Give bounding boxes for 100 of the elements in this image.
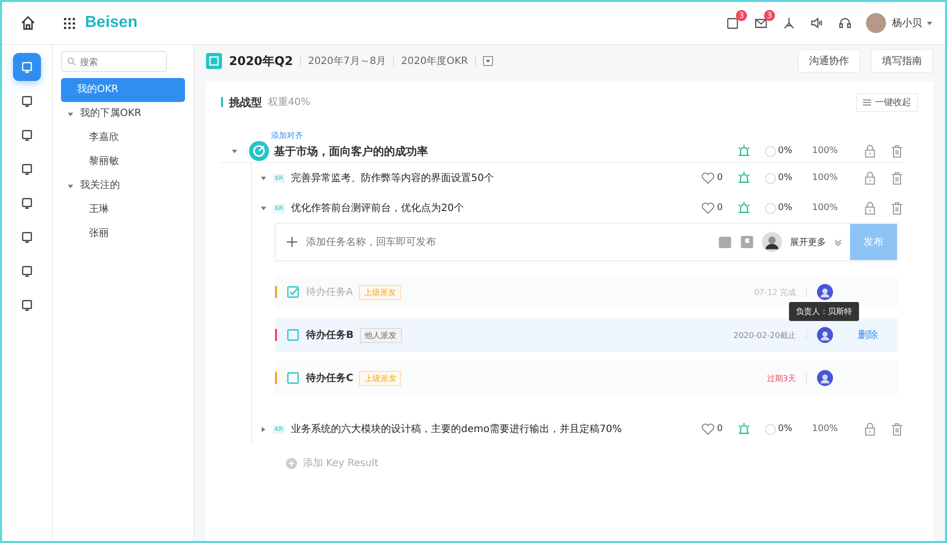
- checkbox[interactable]: [287, 372, 299, 384]
- headset-icon[interactable]: [838, 16, 852, 30]
- monitor-icon: [20, 60, 34, 74]
- owner-avatar[interactable]: [817, 284, 833, 300]
- task-row[interactable]: 待办任务C 上级派发 过期3天: [275, 361, 898, 395]
- checkbox[interactable]: [287, 329, 299, 341]
- collapse-all-button[interactable]: 一键收起: [856, 92, 918, 112]
- like-count: 0: [717, 203, 724, 213]
- key-result-title: 完善异常监考、防作弊等内容的界面设置50个: [291, 172, 494, 185]
- speaker-icon[interactable]: [810, 16, 824, 30]
- task-tag: 上级派发: [359, 370, 402, 386]
- header-button[interactable]: 沟通协作: [798, 49, 860, 73]
- caret-icon[interactable]: [231, 148, 238, 154]
- sidebar-label: 我的OKR: [77, 82, 118, 97]
- owner-avatar[interactable]: [817, 370, 833, 386]
- caret-icon[interactable]: [260, 204, 267, 212]
- user-menu[interactable]: 杨小贝: [892, 16, 922, 30]
- task-date: 2020-02-20截止: [734, 330, 796, 340]
- alarm-icon[interactable]: [737, 422, 751, 436]
- alarm-icon[interactable]: [737, 144, 751, 158]
- dropdown-button[interactable]: [482, 56, 493, 66]
- monitor-icon: [20, 230, 34, 244]
- progress-value: 0%: [778, 203, 794, 213]
- task-title: 待办任务A: [306, 286, 353, 299]
- sidebar-label: 我的下属OKR: [80, 106, 142, 121]
- score-value: 100%: [811, 173, 839, 183]
- progress-circle: [765, 424, 776, 434]
- checkbox[interactable]: [287, 286, 299, 298]
- lock-icon[interactable]: [863, 144, 877, 158]
- task-title: 待办任务C: [306, 372, 354, 385]
- target-icon: [249, 141, 269, 161]
- lock-icon[interactable]: [863, 171, 877, 185]
- plus-icon[interactable]: [286, 236, 298, 248]
- trash-icon[interactable]: [890, 144, 904, 158]
- score-value: 100%: [811, 203, 839, 213]
- progress-circle: [765, 146, 776, 156]
- task-date: 过期3天: [766, 372, 796, 384]
- sidebar-item[interactable]: 黎丽敏: [61, 150, 185, 174]
- key-result-title: 业务系统的六大模块的设计稿，主要的demo需要进行输出，并且定稿70%: [291, 422, 622, 436]
- group-weight: 权重40%: [268, 96, 310, 109]
- sidebar-item[interactable]: 我的下属OKR: [61, 102, 185, 126]
- flag-icon[interactable]: [740, 235, 754, 249]
- progress-value: 0%: [778, 424, 794, 434]
- sidebar-item[interactable]: 张丽: [61, 222, 185, 246]
- date-range: 2020年7月～8月: [308, 55, 386, 68]
- home-icon[interactable]: [20, 15, 36, 31]
- caret-icon[interactable]: [260, 426, 267, 432]
- header-button[interactable]: 填写指南: [871, 49, 933, 73]
- cycle-label: 2020年度OKR: [401, 54, 468, 68]
- progress-value: 0%: [778, 173, 794, 183]
- monitor-icon: [20, 264, 34, 278]
- caret-icon[interactable]: [926, 20, 933, 26]
- chevron-down-icon[interactable]: [834, 238, 842, 246]
- trash-icon[interactable]: [890, 201, 904, 215]
- group-title: 挑战型: [229, 94, 262, 110]
- caret-icon[interactable]: [260, 174, 267, 182]
- add-alignment-link[interactable]: 添加对齐: [271, 130, 918, 140]
- monitor-icon: [20, 94, 34, 108]
- trash-icon[interactable]: [890, 422, 904, 436]
- caret-icon[interactable]: [67, 182, 74, 190]
- user-avatar[interactable]: [866, 13, 886, 33]
- key-result-title: 优化作答前台测评前台，优化点为20个: [291, 202, 464, 215]
- owner-avatar[interactable]: [817, 327, 833, 343]
- search-field[interactable]: 搜索: [61, 51, 167, 72]
- score-value: 100%: [811, 424, 839, 434]
- search-icon: [67, 57, 76, 66]
- task-date: 07-12 完成: [754, 286, 796, 298]
- sidebar-item[interactable]: 我关注的: [61, 174, 185, 198]
- task-tag: 他人派发: [360, 328, 402, 342]
- alarm-icon[interactable]: [737, 201, 751, 215]
- list-icon: [863, 98, 871, 106]
- progress-circle: [765, 202, 776, 214]
- share-icon[interactable]: [782, 16, 796, 30]
- monitor-icon: [20, 162, 34, 176]
- score-value: 100%: [811, 146, 839, 156]
- monitor-icon: [20, 196, 34, 210]
- plus-circle-icon: [286, 458, 297, 468]
- lock-icon[interactable]: [863, 201, 877, 215]
- monitor-icon: [20, 298, 34, 312]
- caret-icon[interactable]: [67, 110, 74, 118]
- expand-more-link[interactable]: 展开更多: [790, 236, 826, 248]
- notification-badge: 3: [764, 10, 775, 21]
- trash-icon[interactable]: [890, 171, 904, 185]
- notification-badge: 3: [736, 10, 747, 21]
- apps-grid-icon[interactable]: [64, 18, 75, 28]
- alarm-icon[interactable]: [737, 171, 751, 185]
- quarter-title: 2020年Q2: [229, 52, 293, 70]
- heart-icon[interactable]: [701, 201, 715, 215]
- logo: Beisen: [85, 14, 138, 32]
- heart-icon[interactable]: [701, 422, 715, 436]
- like-count: 0: [717, 173, 724, 183]
- assignee-avatar[interactable]: [762, 232, 782, 252]
- progress-value: 0%: [778, 146, 794, 156]
- task-tag: 上级派发: [358, 284, 401, 300]
- sidebar-item[interactable]: 王琳: [61, 198, 185, 222]
- lock-icon[interactable]: [863, 422, 877, 436]
- sidebar-item[interactable]: 李嘉欣: [61, 126, 185, 150]
- heart-icon[interactable]: [701, 171, 715, 185]
- mail-icon[interactable]: [754, 16, 768, 30]
- sidebar-label: 我关注的: [80, 178, 120, 193]
